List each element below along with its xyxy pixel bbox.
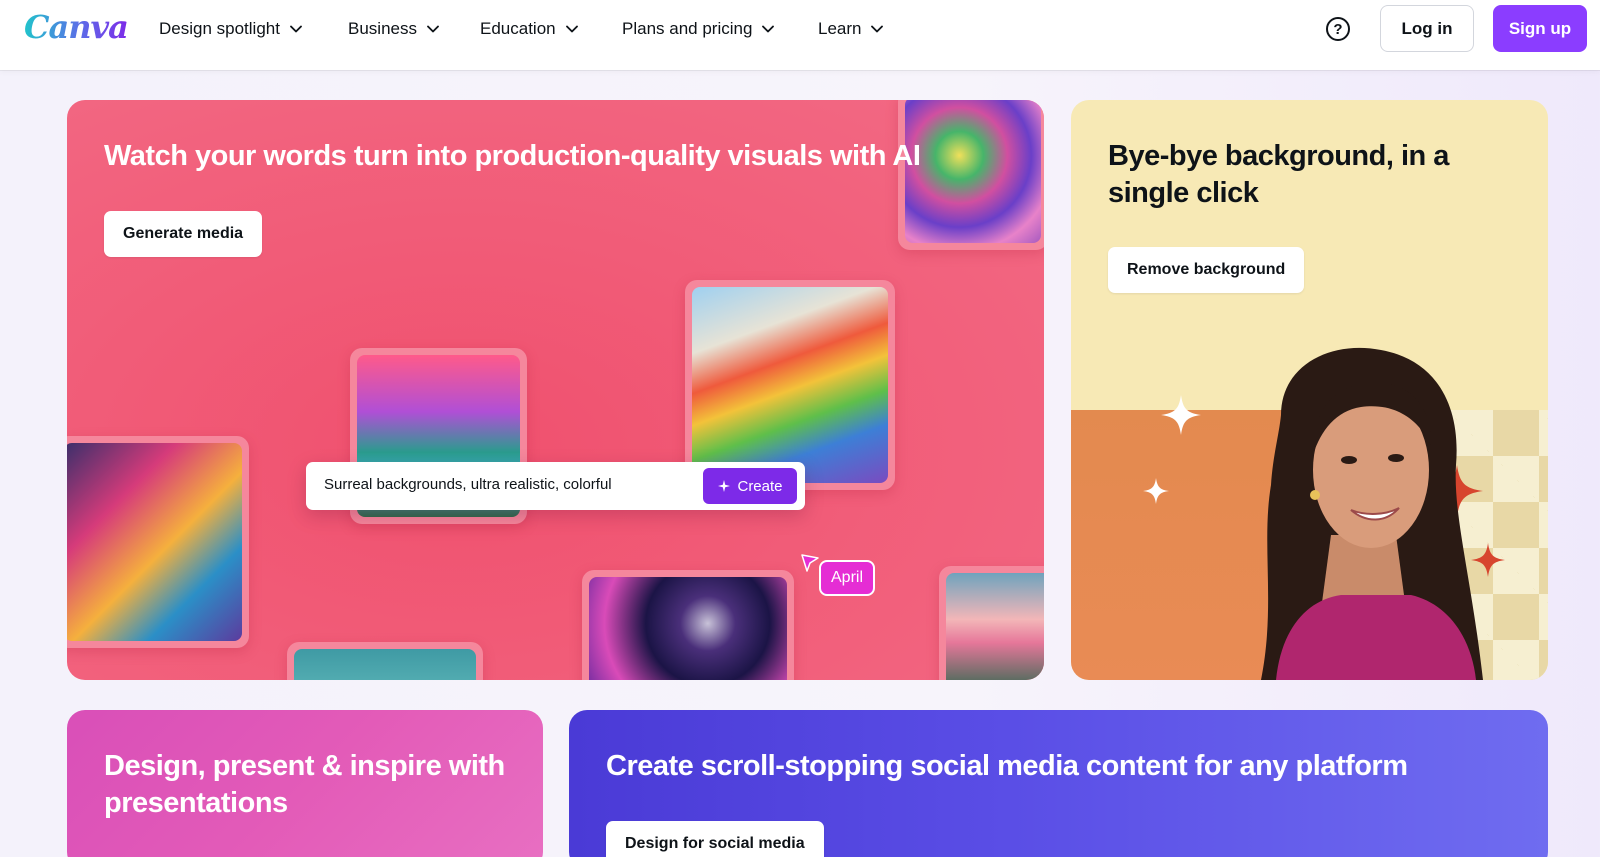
chevron-down-icon xyxy=(871,25,884,33)
nav-business[interactable]: Business xyxy=(348,17,439,41)
nav-item-label: Plans and pricing xyxy=(622,19,753,38)
nav-education[interactable]: Education xyxy=(480,17,578,41)
create-label: Create xyxy=(737,477,783,495)
sparkle-icon xyxy=(718,480,731,492)
nav-item-label: Education xyxy=(480,19,556,38)
sparkle-icon xyxy=(1161,395,1201,435)
ai-card-title: Watch your words turn into production-qu… xyxy=(104,140,921,172)
generate-media-button[interactable]: Generate media xyxy=(104,211,263,257)
social-card-title: Create scroll-stopping social media cont… xyxy=(606,750,1408,782)
ai-generated-image xyxy=(67,443,242,641)
ai-image-tile-space xyxy=(582,570,794,680)
ai-image-tile-city xyxy=(67,436,249,648)
collaborator-cursor-icon xyxy=(801,554,819,572)
create-button[interactable]: Create xyxy=(703,468,797,504)
ai-image-tile-teal xyxy=(287,642,483,680)
presentations-card: Design, present & inspire with presentat… xyxy=(67,710,543,857)
chevron-down-icon xyxy=(762,25,775,33)
ai-media-card: Watch your words turn into production-qu… xyxy=(67,100,1044,680)
nav-plans-and-pricing[interactable]: Plans and pricing xyxy=(622,17,775,41)
nav-learn[interactable]: Learn xyxy=(818,17,884,41)
signup-button[interactable]: Sign up xyxy=(1493,5,1587,52)
ai-generated-image xyxy=(589,577,787,680)
nav-item-label: Business xyxy=(348,19,417,38)
login-button[interactable]: Log in xyxy=(1380,5,1474,52)
remove-background-button[interactable]: Remove background xyxy=(1108,247,1305,293)
social-media-card: Create scroll-stopping social media cont… xyxy=(569,710,1548,857)
ai-generated-image xyxy=(692,287,888,483)
ai-image-tile-rainbow xyxy=(685,280,895,490)
top-nav: Canva Design spotlight Business Educatio… xyxy=(0,0,1600,70)
chevron-down-icon xyxy=(427,25,439,33)
background-remover-card: Bye-bye background, in a single click Re… xyxy=(1071,100,1548,680)
help-icon[interactable]: ? xyxy=(1326,17,1350,41)
ai-image-tile-flowers xyxy=(898,100,1044,250)
chevron-down-icon xyxy=(290,25,302,33)
ai-prompt-input[interactable]: Surreal backgrounds, ultra realistic, co… xyxy=(306,462,805,510)
sparkle-icon xyxy=(1143,478,1169,504)
bg-card-title: Bye-bye background, in a single click xyxy=(1108,140,1449,209)
ai-generated-image xyxy=(946,573,1044,680)
nav-item-label: Design spotlight xyxy=(159,19,280,38)
portrait-photo xyxy=(1261,347,1483,680)
ai-image-tile-daisy xyxy=(939,566,1044,680)
nav-item-label: Learn xyxy=(818,19,862,38)
prompt-text: Surreal backgrounds, ultra realistic, co… xyxy=(324,476,612,493)
design-for-social-media-button[interactable]: Design for social media xyxy=(606,821,824,857)
chevron-down-icon xyxy=(565,25,578,33)
nav-design-spotlight[interactable]: Design spotlight xyxy=(159,17,302,41)
ai-generated-image xyxy=(294,649,476,680)
collaborator-name-tag: April xyxy=(819,560,876,596)
canva-logo[interactable]: Canva xyxy=(24,8,129,46)
pres-card-title: Design, present & inspire with presentat… xyxy=(104,750,505,819)
